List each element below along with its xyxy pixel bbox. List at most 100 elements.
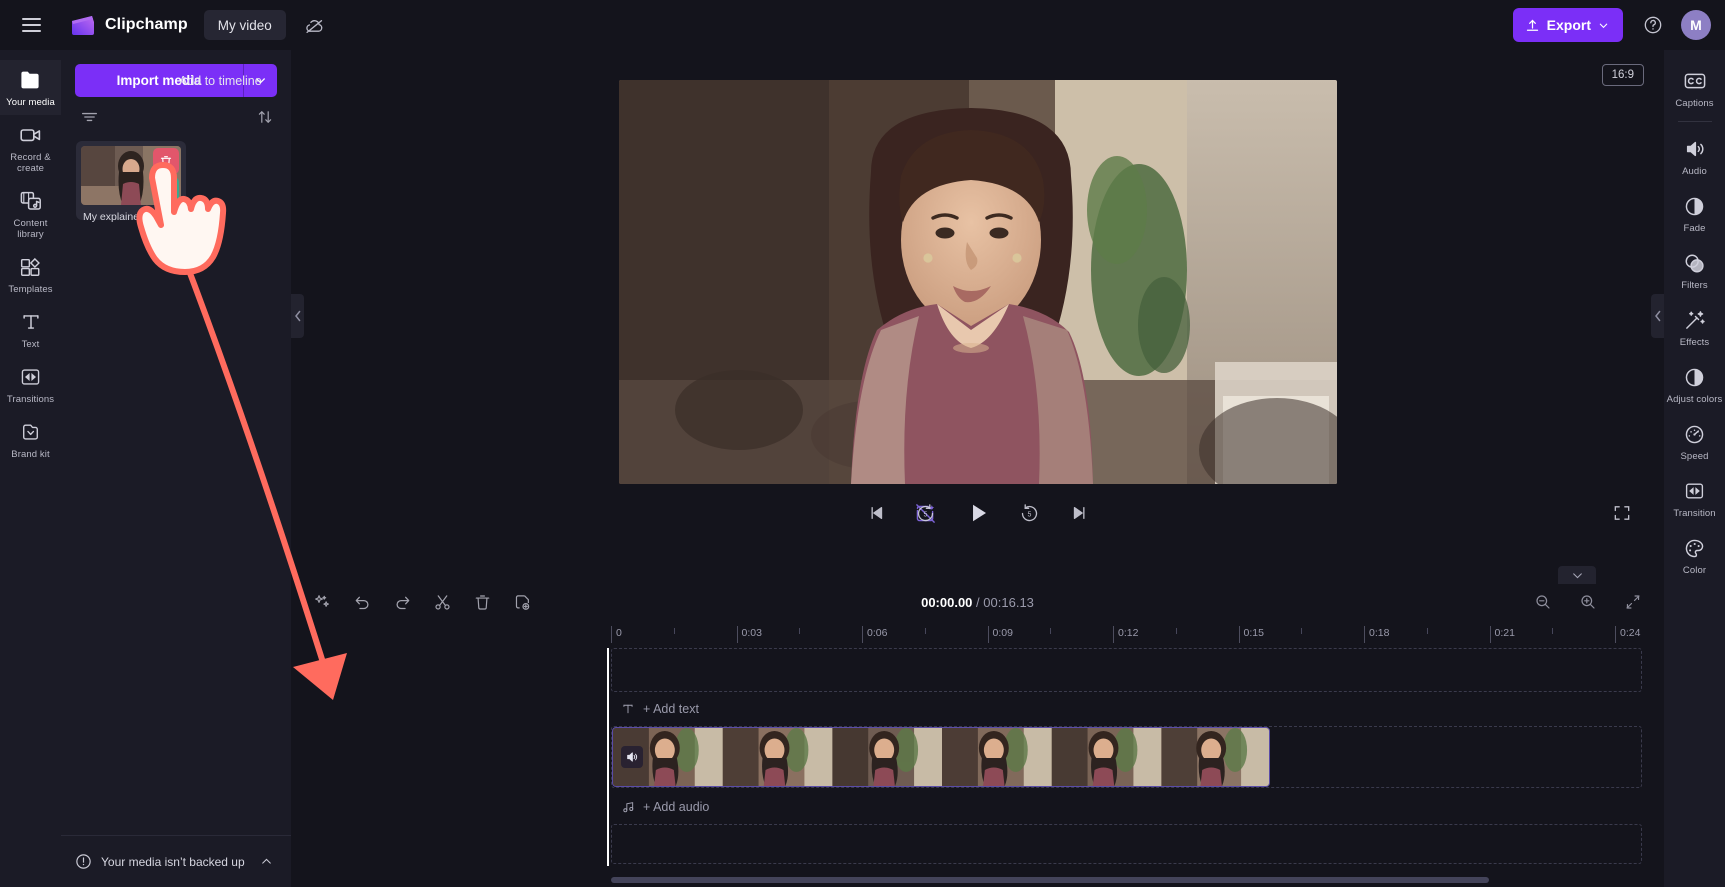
trash-icon — [159, 154, 173, 169]
sidebar-item-content-library[interactable]: Content library — [0, 181, 61, 247]
zoom-in-icon[interactable] — [1576, 591, 1599, 614]
avatar-initial: M — [1690, 17, 1702, 33]
collapse-left-panel-button[interactable] — [291, 294, 304, 338]
fit-to-screen-icon[interactable] — [1621, 591, 1644, 614]
ruler-tick — [1615, 626, 1616, 643]
chevron-left-icon — [1654, 310, 1662, 322]
project-title-chip[interactable]: My video — [204, 10, 286, 40]
timeline-scrollbar-thumb[interactable] — [611, 877, 1489, 883]
property-item-adjust-colors[interactable]: Adjust colors — [1664, 356, 1725, 413]
chevron-up-icon[interactable] — [260, 855, 273, 868]
help-circle-icon[interactable] — [1639, 11, 1667, 39]
forward-5-icon[interactable]: 5 — [1016, 499, 1044, 527]
timeline-playhead[interactable] — [607, 648, 609, 866]
ruler-tick-minor — [674, 628, 675, 634]
video-clip[interactable] — [612, 727, 1270, 787]
clip-audio-toggle[interactable] — [621, 746, 643, 768]
left-sidebar: Your media Record & create — [0, 50, 61, 887]
avatar[interactable]: M — [1681, 10, 1711, 40]
property-item-speed[interactable]: Speed — [1664, 413, 1725, 470]
skip-to-end-icon[interactable] — [1066, 499, 1094, 527]
ruler-tick-label: 0 — [616, 627, 622, 639]
property-item-label: Filters — [1681, 280, 1708, 291]
chevron-down-icon — [1571, 569, 1584, 582]
property-item-transition[interactable]: Transition — [1664, 470, 1725, 527]
export-label: Export — [1547, 17, 1591, 33]
ruler-tick-label: 0:24 — [1620, 627, 1640, 639]
ruler-tick — [988, 626, 989, 643]
track-video[interactable] — [611, 726, 1642, 788]
property-item-label: Effects — [1680, 337, 1710, 348]
property-item-filters[interactable]: Filters — [1664, 242, 1725, 299]
rewind-5-icon[interactable]: 5 — [912, 499, 940, 527]
redo-icon[interactable] — [391, 591, 414, 614]
sidebar-item-label: Content library — [2, 218, 59, 240]
duplicate-icon[interactable] — [511, 591, 534, 614]
media-item[interactable]: My explainer ... — [81, 146, 181, 223]
media-thumbnail[interactable] — [81, 146, 181, 205]
adjust-colors-icon — [1682, 365, 1708, 389]
clip-filmstrip — [613, 728, 1269, 787]
undo-icon[interactable] — [351, 591, 374, 614]
timeline-ruler[interactable]: 00:030:060:090:120:150:180:210:240:270:3… — [291, 622, 1664, 648]
track-text[interactable]: + Add text — [611, 696, 1642, 722]
backup-status-bar[interactable]: Your media isn’t backed up — [61, 835, 291, 887]
ruler-tick-minor — [799, 628, 800, 634]
property-item-label: Speed — [1681, 451, 1709, 462]
timeline-scrollbar[interactable] — [611, 877, 1642, 883]
ruler-tick-label: 0:06 — [867, 627, 887, 639]
sidebar-item-templates[interactable]: Templates — [0, 247, 61, 302]
collapse-right-panel-button[interactable] — [1651, 294, 1664, 338]
property-item-label: Audio — [1682, 166, 1707, 177]
property-item-audio[interactable]: Audio — [1664, 128, 1725, 185]
cloud-off-icon[interactable] — [300, 10, 330, 40]
property-item-color[interactable]: Color — [1664, 527, 1725, 584]
filter-icon[interactable] — [81, 110, 98, 129]
chevron-left-icon — [294, 310, 302, 322]
zoom-out-icon[interactable] — [1531, 591, 1554, 614]
add-text-button[interactable]: + Add text — [611, 696, 1642, 722]
track-audio[interactable]: + Add audio — [611, 794, 1642, 820]
track-empty-top[interactable] — [611, 648, 1642, 692]
property-item-effects[interactable]: Effects — [1664, 299, 1725, 356]
video-preview-stage[interactable] — [619, 80, 1337, 484]
sidebar-item-your-media[interactable]: Your media — [0, 60, 61, 115]
add-audio-button[interactable]: + Add audio — [611, 794, 1642, 820]
sidebar-item-label: Your media — [6, 97, 55, 108]
sidebar-item-record-create[interactable]: Record & create — [0, 115, 61, 181]
fullscreen-button[interactable] — [1608, 499, 1636, 527]
scissors-icon[interactable] — [431, 591, 454, 614]
color-palette-icon — [1682, 536, 1708, 560]
property-item-captions[interactable]: Captions — [1664, 60, 1725, 117]
timeline-tracks: + Add text — [291, 648, 1664, 887]
svg-text:5: 5 — [924, 511, 928, 518]
play-button[interactable] — [962, 497, 994, 529]
sidebar-item-transitions[interactable]: Transitions — [0, 357, 61, 412]
sidebar-item-text[interactable]: Text — [0, 302, 61, 357]
sort-arrows-icon[interactable] — [257, 109, 273, 130]
export-button[interactable]: Export — [1513, 8, 1623, 42]
aspect-ratio-badge[interactable]: 16:9 — [1602, 64, 1644, 86]
magic-wand-icon[interactable] — [311, 591, 334, 614]
property-item-fade[interactable]: Fade — [1664, 185, 1725, 242]
skip-to-start-icon[interactable] — [862, 499, 890, 527]
delete-media-button[interactable] — [153, 148, 179, 174]
sidebar-item-brand-kit[interactable]: Brand kit — [0, 412, 61, 467]
timeline-zoom-controls — [1531, 591, 1644, 614]
fullscreen-icon[interactable] — [1608, 499, 1636, 527]
trash-icon[interactable] — [471, 591, 494, 614]
templates-grid-icon — [18, 255, 44, 279]
ruler-tick-label: 0:21 — [1495, 627, 1515, 639]
track-empty-bottom[interactable] — [611, 824, 1642, 864]
ruler-tick — [1490, 626, 1491, 643]
ruler-tick-minor — [1427, 628, 1428, 634]
media-folder-icon — [18, 68, 44, 92]
ruler-tick-label: 0:18 — [1369, 627, 1389, 639]
add-to-timeline-button[interactable] — [153, 177, 179, 203]
timeline-collapse-button[interactable] — [1558, 566, 1596, 584]
hamburger-icon[interactable] — [14, 8, 48, 42]
property-item-label: Captions — [1675, 98, 1713, 109]
text-t-icon — [621, 702, 635, 716]
timeline: 00:00.00 / 00:16.13 — [291, 582, 1664, 887]
ruler-tick-minor — [1050, 628, 1051, 634]
